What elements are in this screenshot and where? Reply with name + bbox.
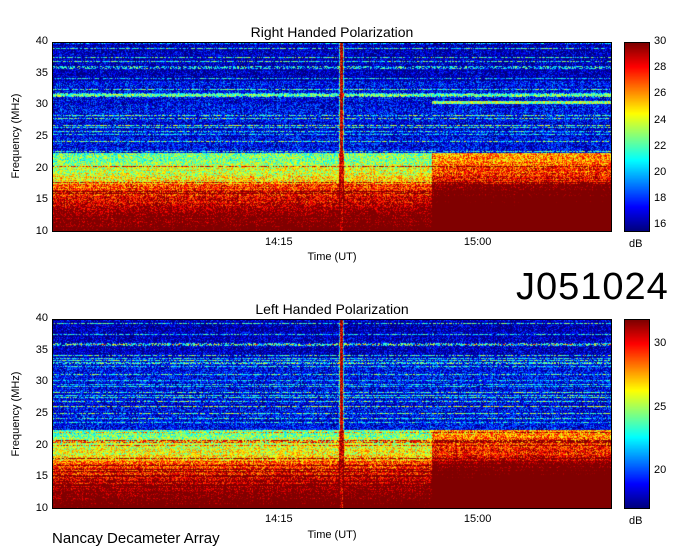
y-tick-label: 35 bbox=[35, 66, 48, 79]
panel1-colorbar-unit: dB bbox=[629, 238, 643, 250]
y-tick-label: 20 bbox=[35, 438, 48, 451]
colorbar-tick-label: 25 bbox=[654, 400, 667, 413]
y-tick-label: 35 bbox=[35, 343, 48, 356]
x-tick-label: 15:00 bbox=[463, 513, 492, 525]
x-tick-label: 14:15 bbox=[265, 236, 293, 248]
x-tick-label: 14:15 bbox=[265, 513, 293, 525]
panel1-xlabel: Time (UT) bbox=[307, 251, 357, 263]
colorbar-tick-label: 30 bbox=[654, 35, 667, 47]
colorbar-tick-label: 30 bbox=[654, 337, 667, 350]
colorbar-tick-label: 20 bbox=[654, 166, 667, 179]
y-tick-label: 40 bbox=[35, 35, 48, 47]
panel2-colorbar-unit: dB bbox=[629, 515, 643, 527]
panel1-ylabel: Frequency (MHz) bbox=[10, 93, 22, 179]
y-tick-label: 25 bbox=[35, 130, 48, 142]
y-tick-label: 30 bbox=[35, 375, 48, 388]
panel1-heatmap bbox=[53, 43, 611, 231]
panel2-heatmap bbox=[53, 320, 611, 508]
panel1-plot bbox=[52, 42, 612, 232]
panel2-colorbar-gradient bbox=[625, 320, 649, 508]
panel2-ylabel: Frequency (MHz) bbox=[10, 371, 22, 457]
x-tick-label: 15:00 bbox=[463, 236, 492, 248]
y-tick-label: 40 bbox=[35, 312, 48, 324]
panel2-colorbar bbox=[624, 319, 650, 509]
y-tick-label: 10 bbox=[35, 225, 48, 237]
colorbar-tick-label: 22 bbox=[654, 139, 667, 152]
panel2-xlabel: Time (UT) bbox=[307, 529, 357, 541]
y-tick-label: 15 bbox=[35, 470, 48, 483]
panel1-colorbar bbox=[624, 42, 650, 232]
y-tick-label: 20 bbox=[35, 161, 48, 174]
panel1-colorbar-gradient bbox=[625, 43, 649, 231]
colorbar-tick-label: 20 bbox=[654, 464, 667, 476]
y-tick-label: 15 bbox=[35, 193, 48, 206]
y-tick-label: 30 bbox=[35, 98, 48, 111]
colorbar-tick-label: 16 bbox=[654, 218, 667, 231]
panel1-title: Right Handed Polarization bbox=[250, 24, 414, 40]
instrument-name: Nancay Decameter Array bbox=[52, 530, 220, 547]
colorbar-tick-label: 18 bbox=[654, 192, 667, 205]
colorbar-tick-label: 28 bbox=[654, 61, 667, 74]
y-tick-label: 25 bbox=[35, 407, 48, 419]
colorbar-tick-label: 24 bbox=[654, 113, 667, 126]
panel2-title: Left Handed Polarization bbox=[255, 301, 409, 317]
panel2-plot bbox=[52, 319, 612, 509]
y-tick-label: 10 bbox=[35, 502, 48, 514]
colorbar-tick-label: 26 bbox=[654, 87, 667, 100]
